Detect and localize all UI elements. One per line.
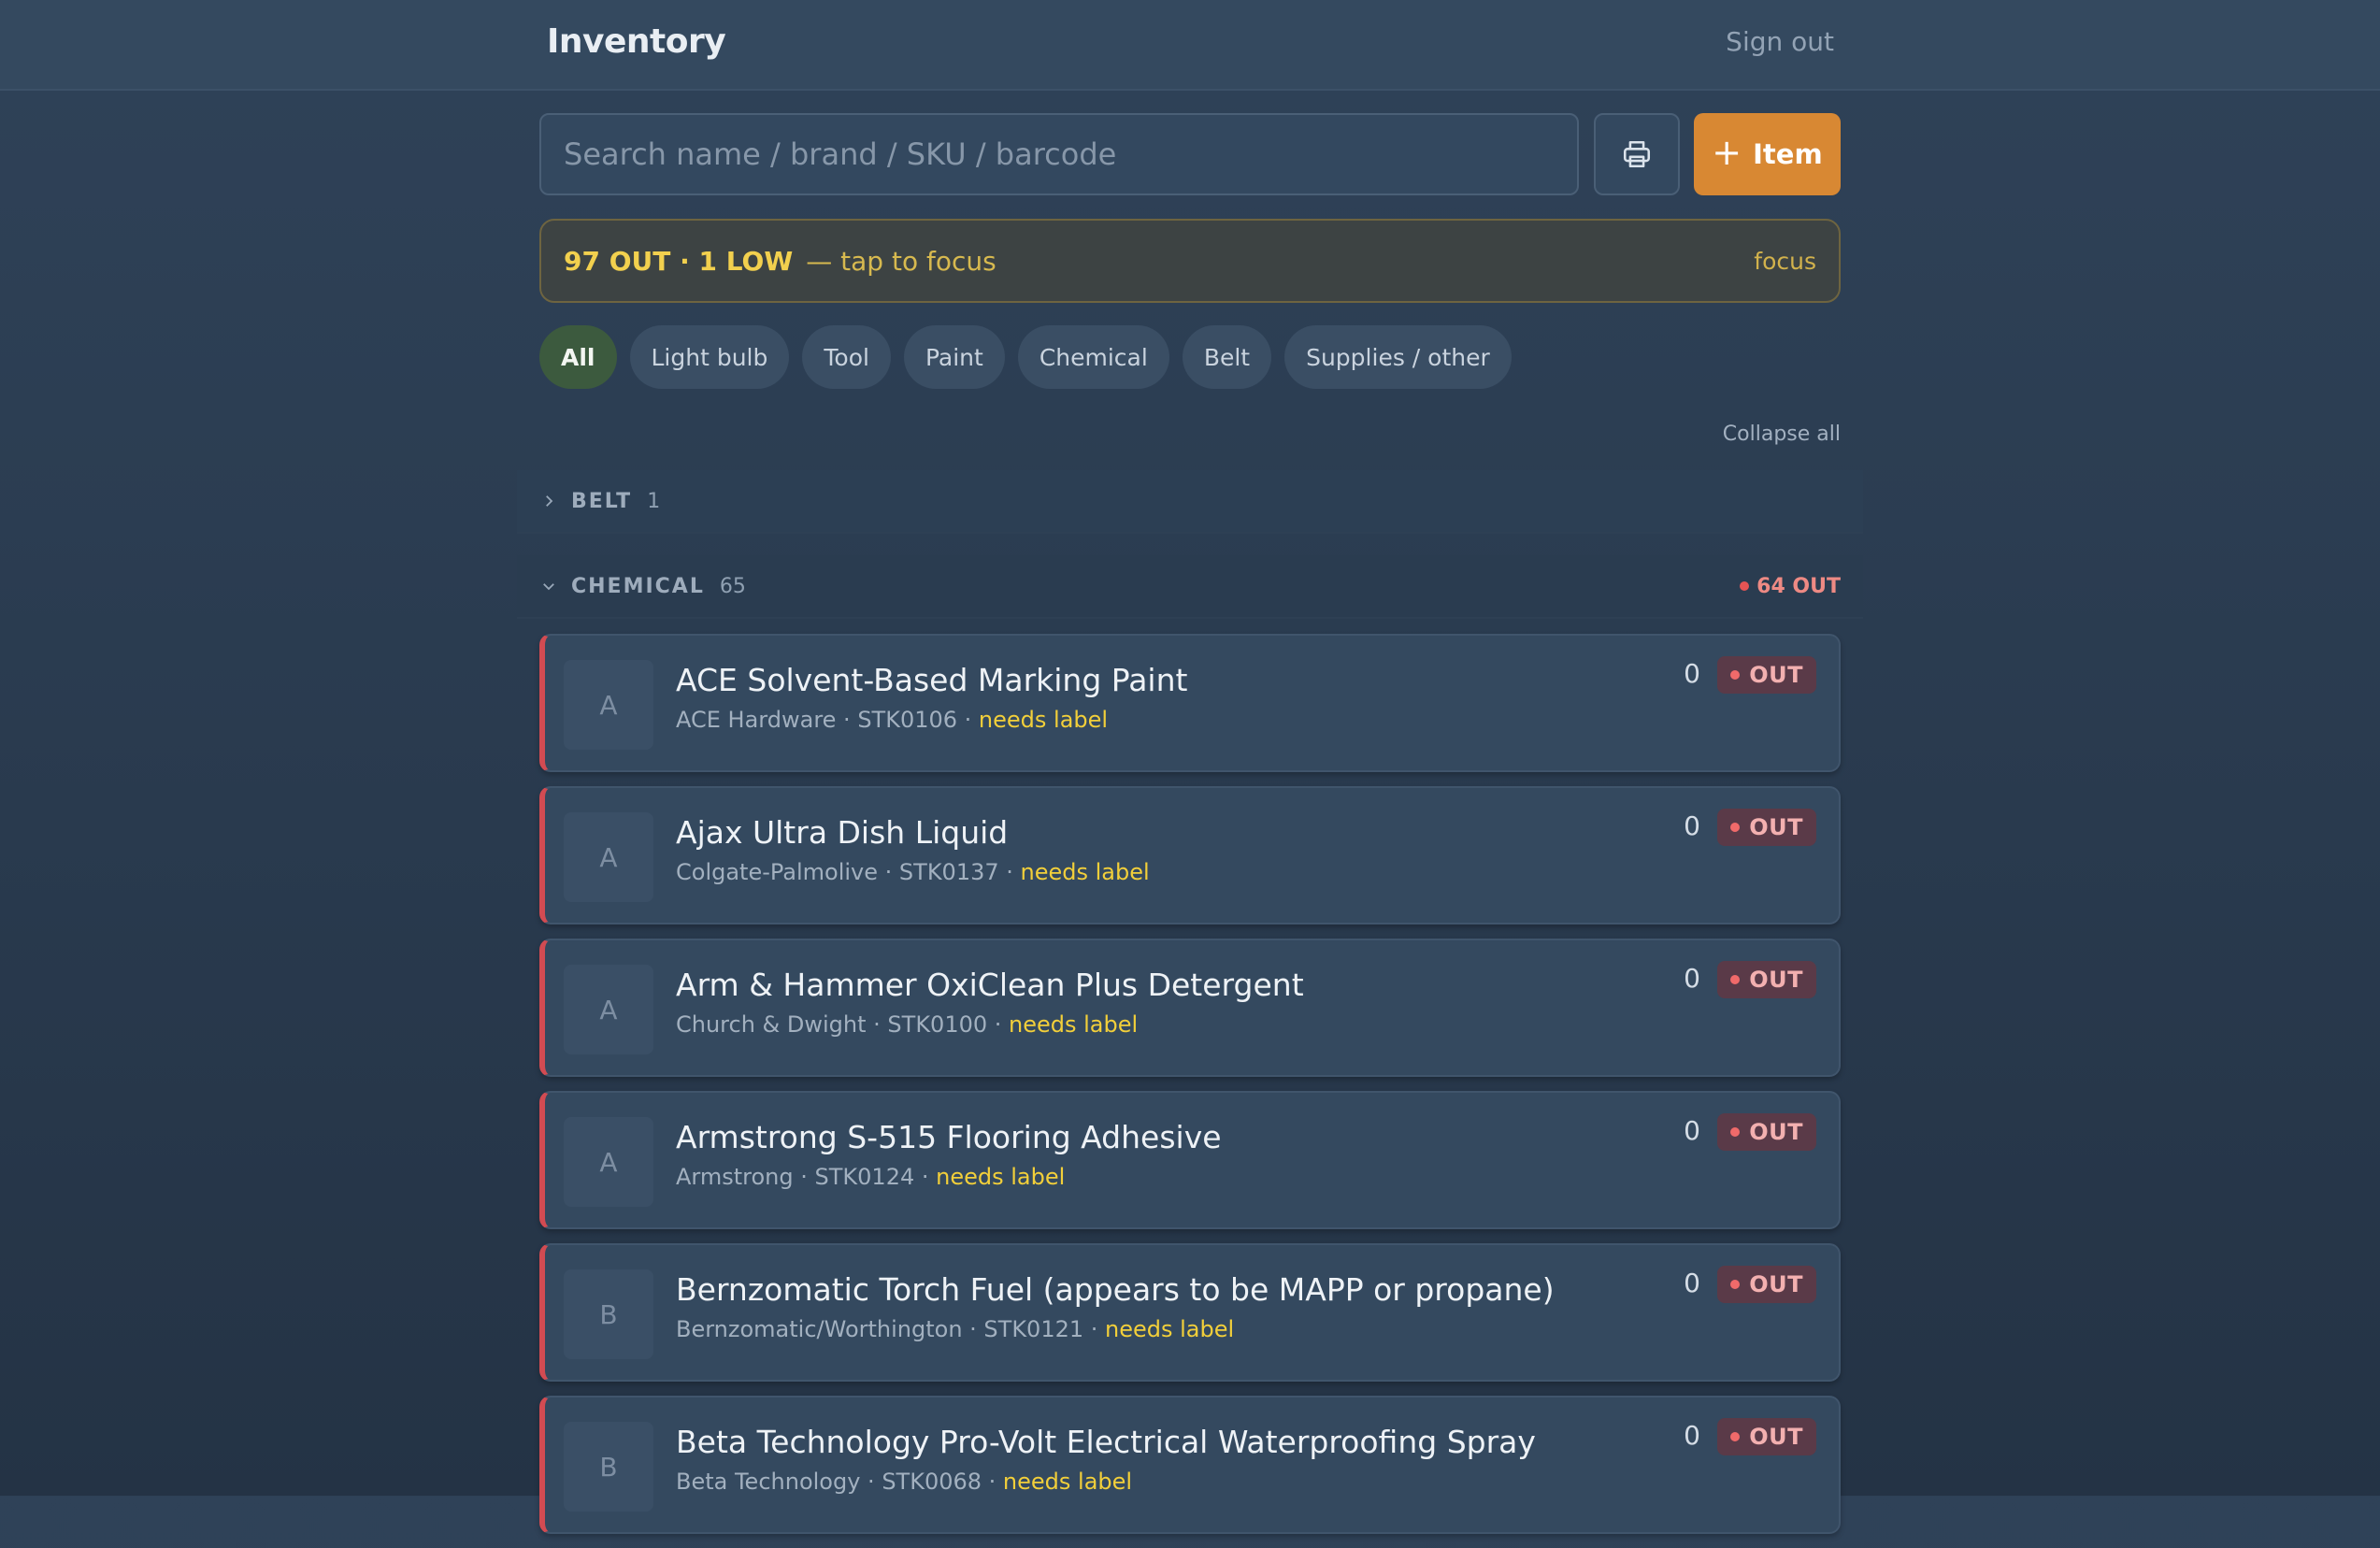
plus-icon: + — [1712, 132, 1742, 173]
item-brand: Beta Technology — [676, 1469, 861, 1495]
item-brand: Church & Dwight — [676, 1011, 867, 1038]
status-badge: OUT — [1717, 1418, 1816, 1455]
item-name: Beta Technology Pro-Volt Electrical Wate… — [676, 1424, 1536, 1460]
alert-hint: — tap to focus — [806, 245, 996, 277]
item-name: Bernzomatic Torch Fuel (appears to be MA… — [676, 1271, 1555, 1308]
item-card[interactable]: A ACE Solvent-Based Marking Paint ACE Ha… — [539, 634, 1841, 772]
status-dot-icon — [1730, 670, 1741, 680]
item-avatar: B — [564, 1269, 653, 1359]
print-button[interactable] — [1594, 113, 1680, 195]
item-meta: Bernzomatic/Worthington · STK0121 · need… — [676, 1316, 1235, 1342]
status-dot-icon — [1730, 1432, 1741, 1441]
status-badge: OUT — [1717, 961, 1816, 998]
group-count: 1 — [647, 489, 661, 513]
item-meta: Armstrong · STK0124 · needs label — [676, 1164, 1066, 1190]
item-list: A ACE Solvent-Based Marking Paint ACE Ha… — [539, 634, 1841, 1548]
item-card[interactable]: B Beta Technology Pro-Volt Electrical Wa… — [539, 1396, 1841, 1534]
item-brand: Armstrong — [676, 1164, 794, 1190]
item-card[interactable]: A Arm & Hammer OxiClean Plus Detergent C… — [539, 939, 1841, 1077]
status-badge: OUT — [1717, 1266, 1816, 1303]
filter-chip-tool[interactable]: Tool — [802, 325, 891, 389]
group-header-belt[interactable]: BELT 1 — [517, 470, 1863, 534]
item-avatar: A — [564, 660, 653, 750]
item-brand: ACE Hardware — [676, 707, 837, 733]
item-quantity: 0 — [1684, 658, 1700, 689]
status-label: OUT — [1749, 1271, 1803, 1297]
item-name: ACE Solvent-Based Marking Paint — [676, 662, 1188, 698]
chevron-down-icon — [534, 578, 564, 595]
needs-label-flag: needs label — [1020, 859, 1150, 885]
item-meta: Colgate-Palmolive · STK0137 · needs labe… — [676, 859, 1150, 885]
item-card[interactable]: A Armstrong S-515 Flooring Adhesive Arms… — [539, 1091, 1841, 1229]
item-avatar: A — [564, 812, 653, 902]
item-card[interactable]: B Bernzomatic Torch Fuel (appears to be … — [539, 1243, 1841, 1382]
add-item-button[interactable]: + Item — [1694, 113, 1841, 195]
filter-chip-all[interactable]: All — [539, 325, 617, 389]
item-name: Ajax Ultra Dish Liquid — [676, 814, 1009, 851]
item-card[interactable]: A Ajax Ultra Dish Liquid Colgate-Palmoli… — [539, 786, 1841, 924]
chevron-right-icon — [534, 493, 564, 509]
printer-icon — [1623, 140, 1651, 168]
status-label: OUT — [1749, 1119, 1803, 1145]
status-dot-icon — [1730, 823, 1741, 832]
main-column: + Item 97 OUT · 1 LOW — tap to focus foc… — [517, 0, 1863, 1534]
group-header-chemical[interactable]: CHEMICAL 65 64 OUT — [517, 555, 1863, 619]
group-out-badge: 64 OUT — [1740, 575, 1841, 598]
item-sku: STK0100 — [887, 1011, 988, 1038]
item-avatar: A — [564, 1117, 653, 1207]
status-label: OUT — [1749, 967, 1803, 993]
item-sku: STK0121 — [983, 1316, 1084, 1342]
item-quantity: 0 — [1684, 963, 1700, 994]
item-avatar: A — [564, 965, 653, 1054]
needs-label-flag: needs label — [1009, 1011, 1139, 1038]
item-quantity: 0 — [1684, 1420, 1700, 1451]
item-quantity: 0 — [1684, 1268, 1700, 1298]
needs-label-flag: needs label — [936, 1164, 1066, 1190]
filter-chip-light-bulb[interactable]: Light bulb — [629, 325, 790, 389]
item-quantity: 0 — [1684, 810, 1700, 841]
status-label: OUT — [1749, 814, 1803, 840]
needs-label-flag: needs label — [978, 707, 1109, 733]
item-sku: STK0137 — [898, 859, 999, 885]
filter-chip-chemical[interactable]: Chemical — [1017, 325, 1169, 389]
filter-chip-belt[interactable]: Belt — [1182, 325, 1272, 389]
item-sku: STK0106 — [857, 707, 958, 733]
item-sku: STK0124 — [814, 1164, 915, 1190]
item-meta: Beta Technology · STK0068 · needs label — [676, 1469, 1133, 1495]
add-item-label: Item — [1753, 138, 1823, 170]
status-badge: OUT — [1717, 1113, 1816, 1151]
group-out-label: 64 OUT — [1756, 574, 1841, 598]
filter-chip-supplies-other[interactable]: Supplies / other — [1284, 325, 1512, 389]
group-name: CHEMICAL — [571, 574, 705, 598]
group-name: BELT — [571, 489, 633, 513]
alert-focus-button[interactable]: focus — [1754, 248, 1816, 275]
needs-label-flag: needs label — [1105, 1316, 1235, 1342]
item-meta: ACE Hardware · STK0106 · needs label — [676, 707, 1109, 733]
item-name: Armstrong S-515 Flooring Adhesive — [676, 1119, 1222, 1155]
collapse-all-button[interactable]: Collapse all — [1723, 423, 1841, 446]
status-badge: OUT — [1717, 809, 1816, 846]
status-dot-icon — [1730, 975, 1741, 984]
item-avatar: B — [564, 1422, 653, 1512]
needs-label-flag: needs label — [1002, 1469, 1133, 1495]
status-dot-icon — [1740, 581, 1750, 591]
status-badge: OUT — [1717, 656, 1816, 694]
stock-alert-banner[interactable]: 97 OUT · 1 LOW — tap to focus focus — [539, 219, 1841, 303]
search-input[interactable] — [539, 113, 1579, 195]
item-quantity: 0 — [1684, 1115, 1700, 1146]
status-label: OUT — [1749, 1424, 1803, 1450]
item-sku: STK0068 — [882, 1469, 982, 1495]
alert-counts: 97 OUT · 1 LOW — [564, 245, 794, 277]
filter-chip-paint[interactable]: Paint — [903, 325, 1005, 389]
item-brand: Colgate-Palmolive — [676, 859, 879, 885]
item-name: Arm & Hammer OxiClean Plus Detergent — [676, 967, 1304, 1003]
status-label: OUT — [1749, 662, 1803, 688]
group-count: 65 — [719, 574, 746, 598]
category-filter-chips: All Light bulb Tool Paint Chemical Belt … — [539, 325, 1512, 389]
item-meta: Church & Dwight · STK0100 · needs label — [676, 1011, 1139, 1038]
status-dot-icon — [1730, 1280, 1741, 1289]
item-brand: Bernzomatic/Worthington — [676, 1316, 963, 1342]
status-dot-icon — [1730, 1127, 1741, 1137]
